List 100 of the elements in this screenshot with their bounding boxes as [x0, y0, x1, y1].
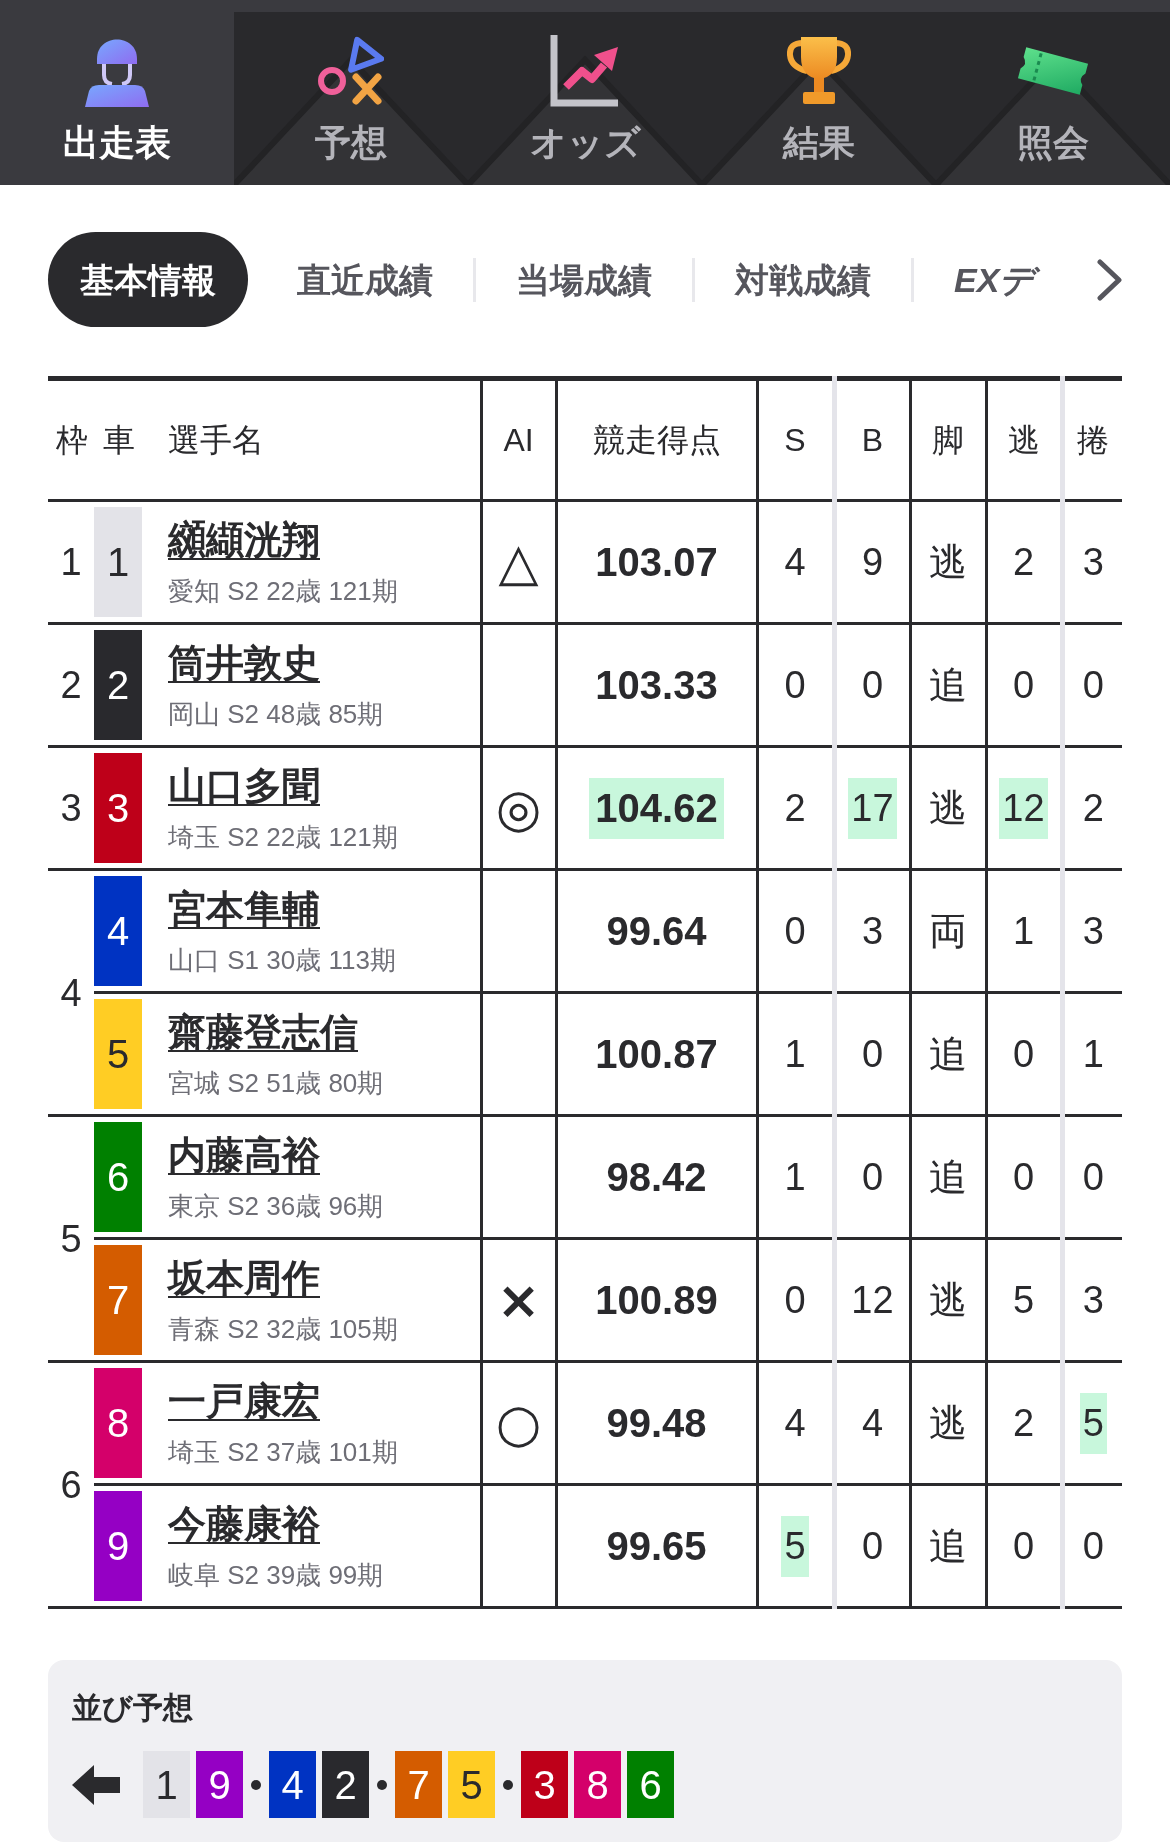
- escape-count: 2: [1011, 1400, 1036, 1446]
- escape-count: 0: [1011, 1031, 1036, 1077]
- rider-name-link[interactable]: 纐纈洸翔: [168, 520, 320, 559]
- makuri-count: 5: [1079, 1392, 1107, 1454]
- makuri-count: 3: [1081, 1277, 1105, 1323]
- car-number-badge: 9: [94, 1491, 142, 1601]
- back-count: 3: [860, 908, 885, 954]
- column-header: S: [757, 378, 834, 501]
- nav-tab[interactable]: 照会: [936, 0, 1170, 185]
- ai-mark: ◎: [481, 746, 556, 870]
- car-number-tile: 7: [395, 1751, 442, 1818]
- nav-tab[interactable]: 結果: [702, 0, 936, 185]
- chevron-right-icon[interactable]: [1097, 258, 1123, 301]
- running-style: 追: [928, 1523, 968, 1569]
- column-header: 競走得点: [556, 378, 757, 501]
- makuri-count: 1: [1081, 1031, 1105, 1077]
- rider-name-link[interactable]: 宮本隼輔: [168, 889, 320, 928]
- running-style: 追: [928, 1031, 968, 1077]
- start-count: 4: [783, 1400, 807, 1446]
- car-number-badge: 6: [94, 1122, 142, 1232]
- race-score: 104.62: [589, 777, 724, 839]
- column-header: B: [834, 378, 910, 501]
- start-count: 0: [783, 1277, 807, 1323]
- running-style: 追: [928, 662, 968, 708]
- ai-mark: △: [481, 500, 556, 624]
- escape-count: 0: [1011, 1154, 1036, 1200]
- rider-name-link[interactable]: 今藤康裕: [168, 1504, 320, 1543]
- makuri-count: 0: [1081, 662, 1105, 708]
- running-style: 逃: [928, 539, 968, 585]
- column-header: 枠: [48, 378, 94, 501]
- car-number-badge: 2: [94, 630, 142, 740]
- running-style: 逃: [928, 1400, 968, 1446]
- race-score: 103.07: [594, 538, 719, 586]
- race-score: 103.33: [594, 661, 719, 709]
- car-number-badge: 3: [94, 753, 142, 863]
- sub-tab[interactable]: 対戦成績: [695, 232, 911, 327]
- start-count: 1: [783, 1154, 807, 1200]
- escape-count: 2: [1011, 539, 1036, 585]
- escape-count: 5: [1011, 1277, 1036, 1323]
- rider-info: 岐阜 S2 39歳 99期: [168, 1561, 384, 1588]
- lineup-title: 並び予想: [72, 1693, 193, 1723]
- nav-tab[interactable]: 出走表: [0, 0, 234, 185]
- race-score: 99.48: [605, 1399, 708, 1447]
- car-number-tile: 9: [196, 1751, 243, 1818]
- rising-chart-icon: [550, 35, 620, 107]
- nav-tab[interactable]: 予想: [234, 0, 468, 185]
- start-count: 0: [783, 908, 807, 954]
- makuri-count: 3: [1081, 539, 1105, 585]
- left-arrow-icon: [72, 1764, 120, 1805]
- start-count: 0: [783, 662, 807, 708]
- rider-info: 岡山 S2 48歳 85期: [168, 700, 384, 727]
- running-style: 逃: [928, 1277, 968, 1323]
- ai-mark: ○: [481, 1361, 556, 1485]
- makuri-count: 2: [1081, 785, 1105, 831]
- back-count: 0: [860, 1031, 885, 1077]
- nav-tab[interactable]: オッズ: [468, 0, 702, 185]
- running-style: 追: [928, 1154, 968, 1200]
- sub-tab[interactable]: EXデ: [914, 232, 1049, 327]
- makuri-count: 0: [1081, 1154, 1105, 1200]
- column-header: AI: [481, 378, 556, 501]
- makuri-count: 0: [1081, 1523, 1105, 1569]
- race-score: 100.87: [594, 1030, 719, 1078]
- rider-info: 埼玉 S2 37歳 101期: [168, 1438, 398, 1465]
- car-number-badge: 1: [94, 507, 142, 617]
- back-count: 0: [860, 1523, 885, 1569]
- escape-count: 1: [1011, 908, 1036, 954]
- makuri-count: 3: [1081, 908, 1105, 954]
- sub-tab[interactable]: 基本情報: [48, 232, 248, 327]
- rider-name-link[interactable]: 齋藤登志信: [168, 1012, 358, 1051]
- car-number-tile: 5: [448, 1751, 495, 1818]
- running-style: 逃: [928, 785, 968, 831]
- start-count: 5: [781, 1515, 809, 1577]
- rider-name-link[interactable]: 坂本周作: [168, 1258, 320, 1297]
- car-number-badge: 4: [94, 876, 142, 986]
- car-number-tile: 1: [143, 1751, 190, 1818]
- car-number-tile: 8: [574, 1751, 621, 1818]
- column-header: 逃: [986, 378, 1062, 501]
- trophy-icon: [787, 37, 851, 105]
- sub-tab[interactable]: 当場成績: [476, 232, 692, 327]
- sub-tab[interactable]: 直近成績: [257, 232, 473, 327]
- car-number-badge: 5: [94, 999, 142, 1109]
- back-count: 9: [860, 539, 885, 585]
- rider-name-link[interactable]: 山口多聞: [168, 766, 320, 805]
- shape-symbols-icon: [318, 35, 384, 107]
- rider-name-link[interactable]: 筒井敦史: [168, 643, 320, 682]
- start-count: 4: [783, 539, 807, 585]
- car-number-tile: 2: [322, 1751, 369, 1818]
- escape-count: 0: [1011, 1523, 1036, 1569]
- back-count: 17: [848, 777, 897, 839]
- escape-count: 12: [999, 777, 1048, 839]
- back-count: 0: [860, 1154, 885, 1200]
- rider-info: 宮城 S2 51歳 80期: [168, 1069, 384, 1096]
- running-style: 両: [928, 908, 968, 954]
- car-number-badge: 8: [94, 1368, 142, 1478]
- column-header: 脚: [910, 378, 986, 501]
- rider-name-link[interactable]: 内藤高裕: [168, 1135, 320, 1174]
- rider-name-link[interactable]: 一戸康宏: [168, 1381, 320, 1420]
- rider-info: 山口 S1 30歳 113期: [168, 946, 396, 973]
- car-number-tile: 3: [521, 1751, 568, 1818]
- ai-mark: ×: [481, 1238, 556, 1362]
